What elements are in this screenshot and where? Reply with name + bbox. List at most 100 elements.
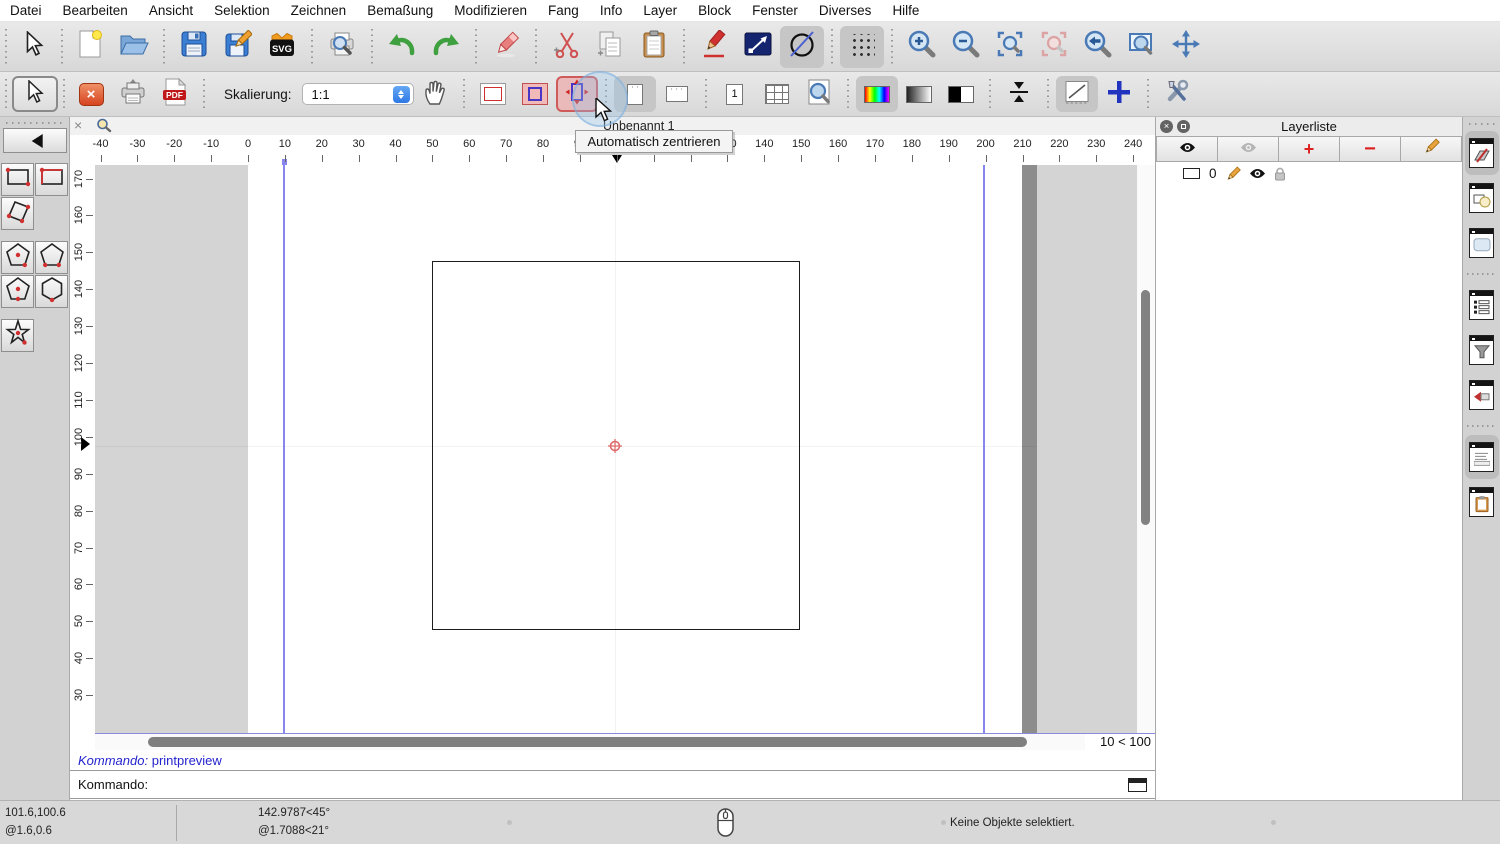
fit-page-button[interactable] bbox=[798, 76, 840, 112]
auto-center-button[interactable] bbox=[556, 76, 598, 112]
save-button[interactable] bbox=[172, 26, 216, 68]
cut-button[interactable] bbox=[544, 26, 588, 68]
zoom-previous-button-disabled[interactable] bbox=[1032, 26, 1076, 68]
blackwhite-mode-button[interactable] bbox=[940, 76, 982, 112]
polygon-center-side-tool[interactable] bbox=[1, 275, 34, 308]
dock-library-button[interactable] bbox=[1465, 221, 1499, 265]
menu-ansicht[interactable]: Ansicht bbox=[149, 3, 193, 18]
layer-row[interactable]: 0 bbox=[1156, 162, 1462, 185]
menu-fang[interactable]: Fang bbox=[548, 3, 579, 18]
menu-hilfe[interactable]: Hilfe bbox=[892, 3, 919, 18]
hide-all-layers-button[interactable] bbox=[1218, 136, 1279, 162]
landscape-button[interactable] bbox=[656, 76, 698, 112]
save-as-button[interactable] bbox=[216, 26, 260, 68]
print-button[interactable] bbox=[112, 76, 154, 112]
zoom-auto-button[interactable] bbox=[988, 26, 1032, 68]
tiled-pages-button[interactable] bbox=[756, 76, 798, 112]
tab-magnifier-icon[interactable] bbox=[96, 118, 112, 136]
open-file-button[interactable] bbox=[112, 26, 156, 68]
add-layer-button[interactable]: + bbox=[1279, 136, 1340, 162]
command-input[interactable] bbox=[154, 777, 1128, 792]
horizontal-scrollbar[interactable]: 10 < 100 bbox=[95, 733, 1155, 750]
vertical-scrollbar[interactable] bbox=[1137, 165, 1155, 733]
menu-block[interactable]: Block bbox=[698, 3, 731, 18]
dock-layer-list-button[interactable] bbox=[1465, 131, 1499, 175]
polygon-2-corners-tool[interactable] bbox=[35, 241, 68, 274]
toolbar-drag-handle[interactable] bbox=[63, 79, 65, 109]
panel-float-icon[interactable] bbox=[1177, 120, 1190, 133]
draft-mode-button[interactable] bbox=[1056, 76, 1098, 112]
tab-close-icon[interactable]: × bbox=[74, 118, 82, 133]
dock-entity-list-button[interactable] bbox=[1465, 283, 1499, 327]
zoom-in-button[interactable] bbox=[900, 26, 944, 68]
settings-tools-button[interactable] bbox=[1156, 76, 1198, 112]
layer-visibility-eye-icon[interactable] bbox=[1249, 168, 1266, 179]
panel-close-icon[interactable]: × bbox=[1160, 120, 1173, 133]
layer-edit-pencil-icon[interactable] bbox=[1225, 166, 1241, 182]
menu-zeichnen[interactable]: Zeichnen bbox=[291, 3, 347, 18]
star-tool[interactable] bbox=[1, 319, 34, 352]
menu-datei[interactable]: Datei bbox=[10, 3, 42, 18]
crosshair-button[interactable] bbox=[1098, 76, 1140, 112]
paste-button[interactable] bbox=[632, 26, 676, 68]
selection-arrow-button-active[interactable] bbox=[12, 76, 58, 112]
print-preview-button[interactable] bbox=[320, 26, 364, 68]
page-numbers-button[interactable]: 1 bbox=[714, 76, 756, 112]
palette-back-button[interactable] bbox=[3, 128, 67, 153]
palette-drag-handle[interactable] bbox=[6, 122, 64, 124]
menu-bemassung[interactable]: Bemaßung bbox=[367, 3, 433, 18]
edit-layer-button[interactable] bbox=[1401, 136, 1462, 162]
menu-bearbeiten[interactable]: Bearbeiten bbox=[63, 3, 128, 18]
pan-hand-button[interactable] bbox=[414, 76, 456, 112]
polygon-center-corner-tool[interactable] bbox=[1, 241, 34, 274]
dock-command-line-button[interactable] bbox=[1465, 435, 1499, 479]
grayscale-mode-button[interactable] bbox=[898, 76, 940, 112]
rectangle-corner-tool[interactable] bbox=[35, 163, 68, 196]
menu-info[interactable]: Info bbox=[600, 3, 623, 18]
vertical-scrollbar-thumb[interactable] bbox=[1141, 290, 1150, 525]
undo-button[interactable] bbox=[380, 26, 424, 68]
drawing-canvas[interactable] bbox=[95, 165, 1155, 733]
copy-button[interactable] bbox=[588, 26, 632, 68]
grid-toggle-button[interactable] bbox=[840, 26, 884, 68]
layer-lock-icon[interactable] bbox=[1274, 167, 1286, 181]
new-document-button[interactable] bbox=[68, 26, 112, 68]
dock-clipboard-button[interactable] bbox=[1465, 480, 1499, 524]
close-print-preview-button[interactable]: × bbox=[70, 76, 112, 112]
zoom-back-button[interactable] bbox=[1076, 26, 1120, 68]
dock-block-list-button[interactable] bbox=[1465, 176, 1499, 220]
zoom-out-button[interactable] bbox=[944, 26, 988, 68]
menu-modifizieren[interactable]: Modifizieren bbox=[454, 3, 527, 18]
menu-selektion[interactable]: Selektion bbox=[214, 3, 270, 18]
menu-diverses[interactable]: Diverses bbox=[819, 3, 872, 18]
rectangle-rotated-tool[interactable] bbox=[1, 197, 34, 230]
menu-layer[interactable]: Layer bbox=[643, 3, 677, 18]
scale-select[interactable]: 1:1 bbox=[302, 83, 414, 105]
pen-tool-button[interactable] bbox=[692, 26, 736, 68]
toolbar-drag-handle[interactable] bbox=[61, 29, 63, 64]
compress-vertical-button[interactable] bbox=[998, 76, 1040, 112]
dock-command-widget-button[interactable] bbox=[1465, 373, 1499, 417]
detach-command-window-icon[interactable] bbox=[1128, 778, 1147, 792]
portrait-button[interactable] bbox=[614, 76, 656, 112]
toolbar-drag-handle[interactable] bbox=[5, 79, 7, 109]
rectangle-2-corners-tool[interactable] bbox=[1, 163, 34, 196]
zoom-window-button[interactable] bbox=[1120, 26, 1164, 68]
horizontal-scrollbar-thumb[interactable] bbox=[148, 737, 1027, 747]
selection-arrow-button[interactable] bbox=[12, 26, 56, 68]
menu-fenster[interactable]: Fenster bbox=[752, 3, 798, 18]
page-borders-button[interactable] bbox=[514, 76, 556, 112]
dock-drag-handle[interactable] bbox=[1469, 123, 1495, 125]
zoom-pan-button[interactable] bbox=[1164, 26, 1208, 68]
dock-entity-filter-button[interactable] bbox=[1465, 328, 1499, 372]
redo-button[interactable] bbox=[424, 26, 468, 68]
toolbar-drag-handle[interactable] bbox=[5, 29, 7, 64]
delete-button[interactable] bbox=[484, 26, 528, 68]
export-svg-button[interactable]: SVG bbox=[260, 26, 304, 68]
export-pdf-button[interactable]: PDF bbox=[154, 76, 196, 112]
stepper-arrows-icon[interactable] bbox=[393, 86, 410, 103]
line-tool-button[interactable] bbox=[736, 26, 780, 68]
remove-layer-button[interactable]: − bbox=[1340, 136, 1401, 162]
circle-tool-button[interactable] bbox=[780, 26, 824, 68]
polygon-hexagon-tool[interactable] bbox=[35, 275, 68, 308]
